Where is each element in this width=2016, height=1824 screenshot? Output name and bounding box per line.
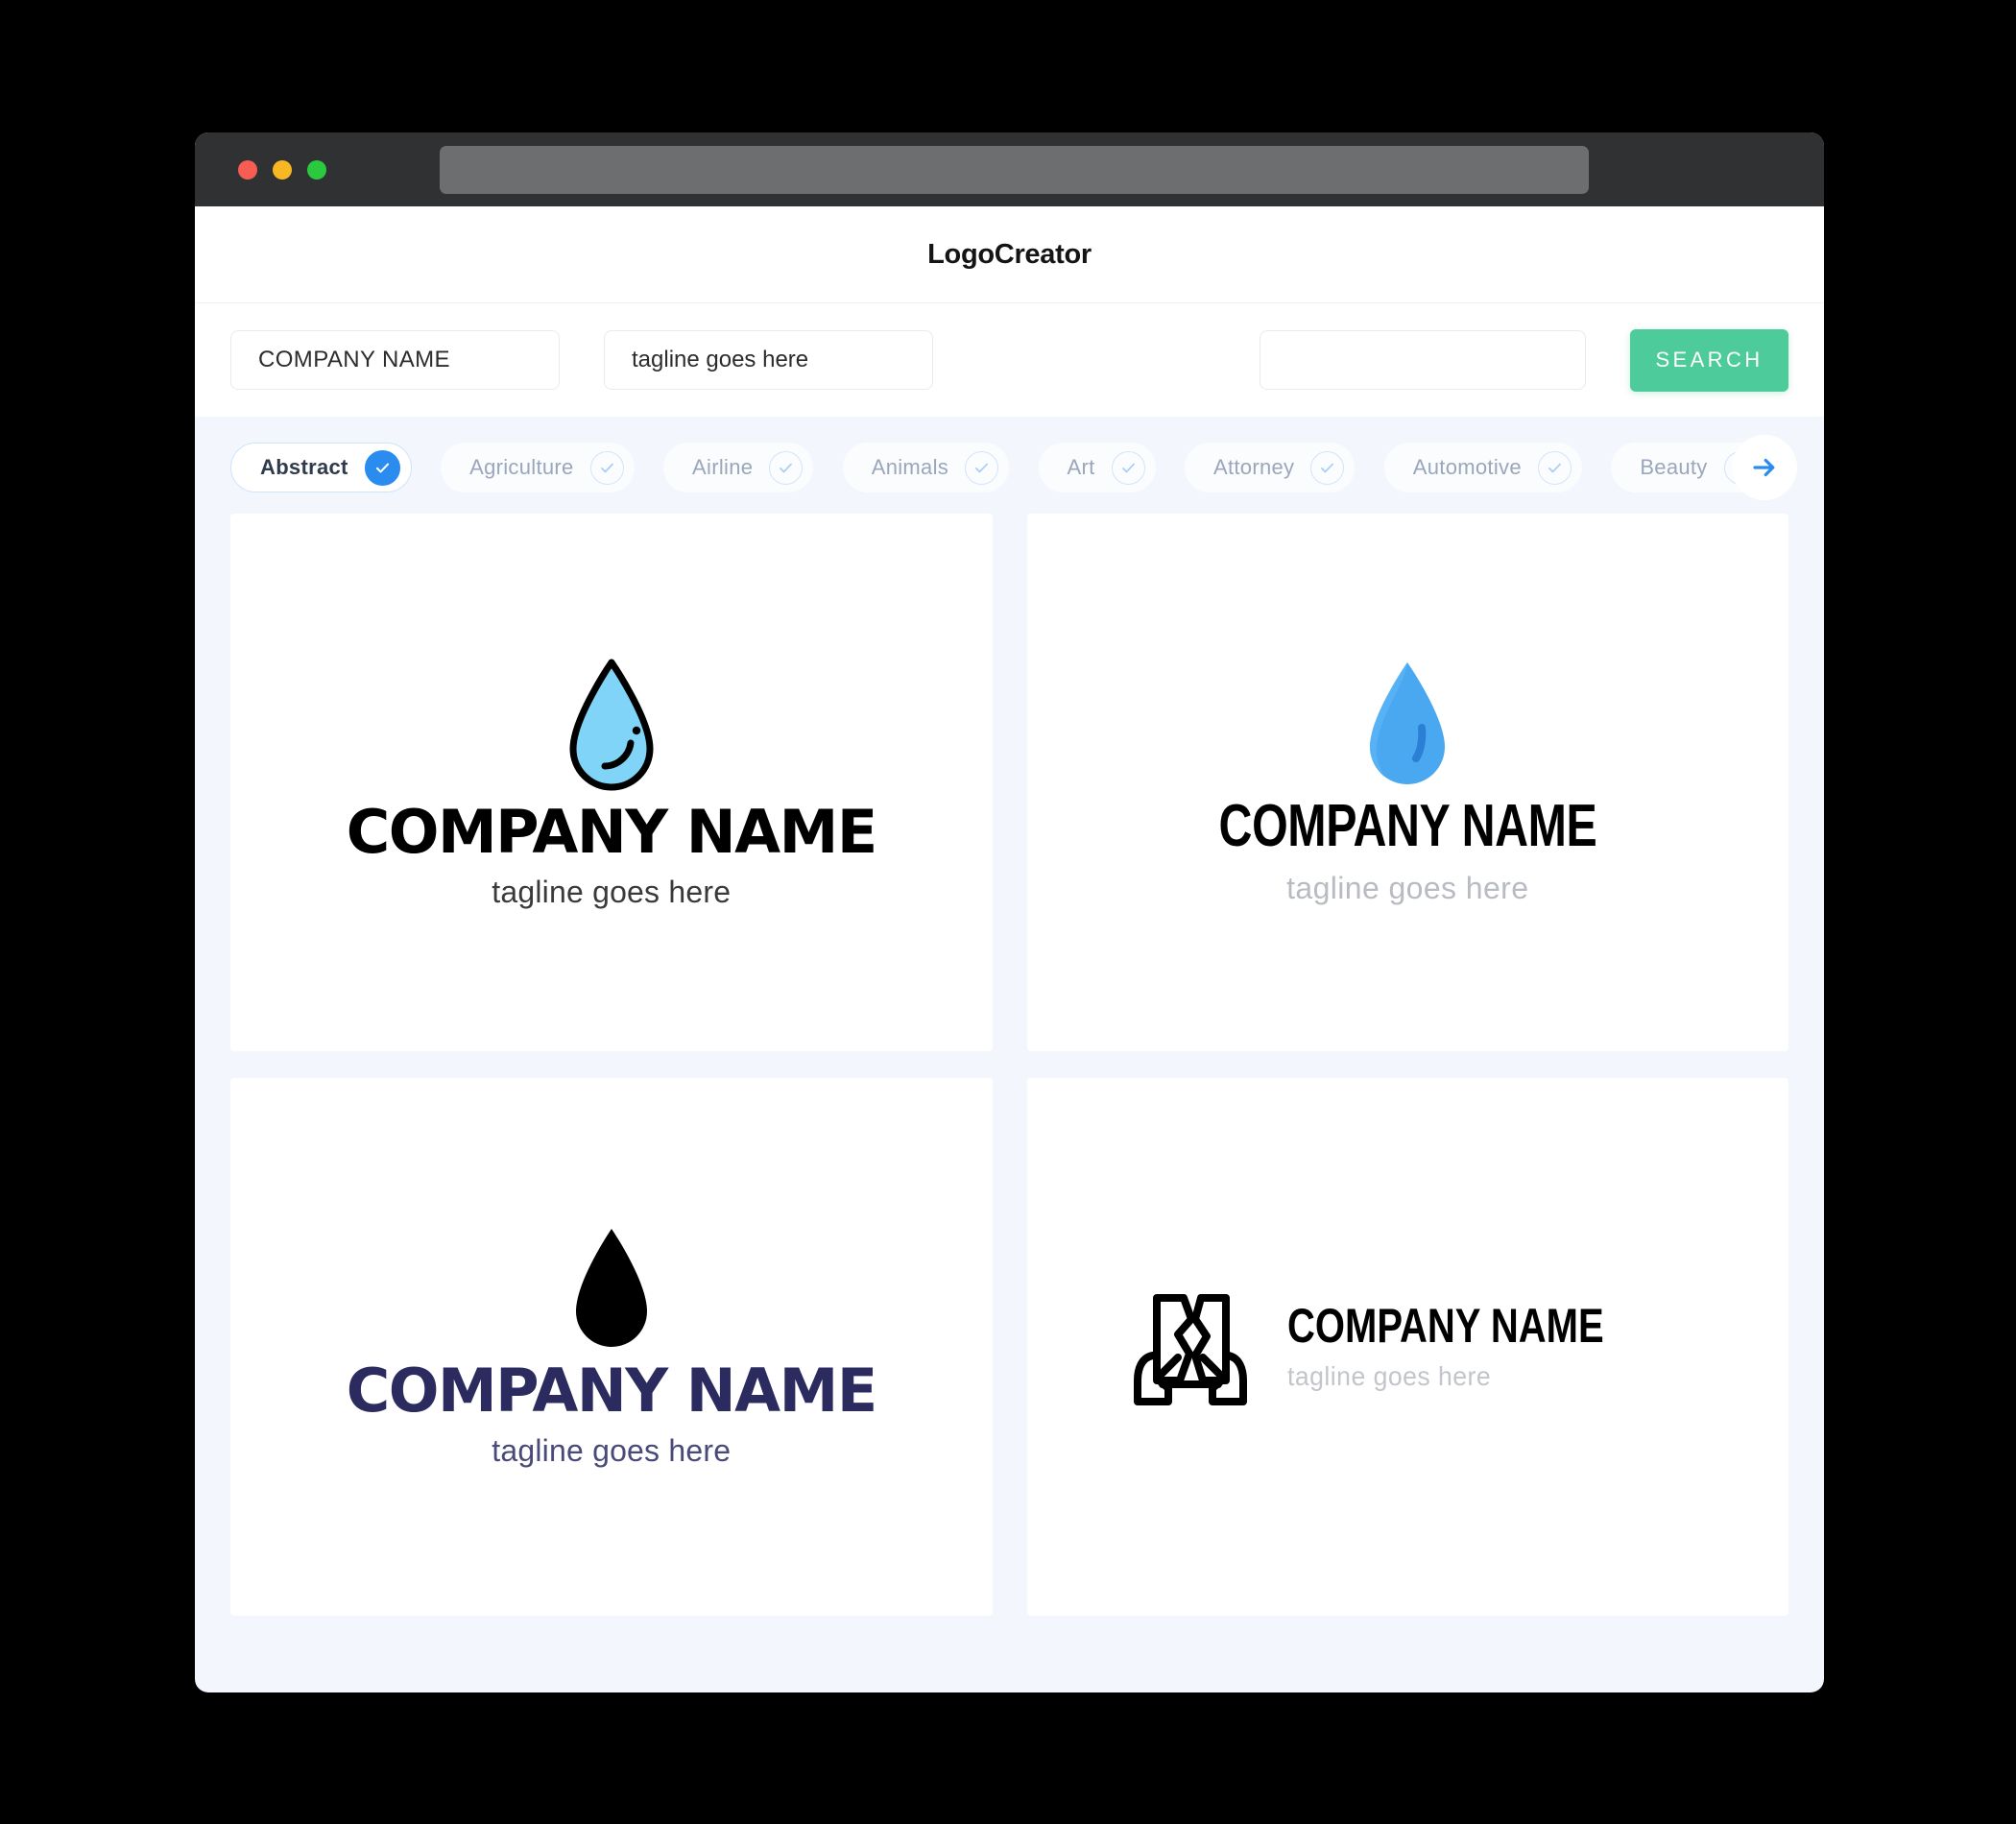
water-drop-outline-icon bbox=[569, 659, 654, 791]
logo-card[interactable]: COMPANY NAME tagline goes here bbox=[1026, 514, 1788, 1051]
logo-tagline: tagline goes here bbox=[1286, 871, 1529, 906]
category-filter-bar: Abstract Agriculture Airline Animals Art bbox=[195, 417, 1824, 514]
category-chip-label: Abstract bbox=[260, 455, 348, 479]
water-drop-black-icon bbox=[575, 1228, 647, 1347]
logo-company-name: COMPANY NAME bbox=[1287, 1299, 1604, 1353]
logo-card[interactable]: COMPANY NAME tagline goes here bbox=[230, 1078, 993, 1616]
category-chip-abstract[interactable]: Abstract bbox=[230, 443, 412, 492]
logo-company-name: COMPANY NAME bbox=[346, 796, 877, 867]
category-chip-label: Agriculture bbox=[469, 455, 574, 479]
category-chip-attorney[interactable]: Attorney bbox=[1185, 443, 1356, 492]
category-chip-label: Art bbox=[1067, 455, 1095, 479]
category-chip-art[interactable]: Art bbox=[1038, 443, 1156, 492]
logo-tagline: tagline goes here bbox=[1287, 1361, 1492, 1391]
logo-card[interactable]: COMPANY NAME tagline goes here bbox=[1026, 1078, 1788, 1616]
check-circle-icon bbox=[1310, 450, 1345, 485]
minimize-window-button[interactable] bbox=[273, 159, 292, 180]
arrow-right-icon bbox=[1753, 458, 1775, 477]
logo-tagline: tagline goes here bbox=[492, 875, 732, 910]
check-circle-icon bbox=[769, 450, 804, 485]
traffic-light-group bbox=[238, 159, 326, 180]
water-drop-solid-icon bbox=[1370, 661, 1446, 784]
check-circle-icon bbox=[589, 450, 624, 485]
category-chip-label: Animals bbox=[871, 455, 949, 479]
page-title: LogoCreator bbox=[927, 238, 1092, 270]
logo-company-name: COMPANY NAME bbox=[1218, 792, 1597, 859]
maximize-window-button[interactable] bbox=[307, 159, 326, 180]
category-chip-label: Attorney bbox=[1213, 455, 1295, 479]
search-button[interactable]: SEARCH bbox=[1630, 328, 1788, 392]
hands-holding-cracked-pillar-icon bbox=[1134, 1294, 1248, 1405]
check-circle-icon bbox=[1111, 450, 1145, 485]
category-chip-agriculture[interactable]: Agriculture bbox=[441, 443, 635, 492]
company-name-input[interactable] bbox=[230, 330, 560, 390]
logo-company-name: COMPANY NAME bbox=[346, 1355, 877, 1426]
check-circle-icon bbox=[1537, 450, 1572, 485]
category-chip-label: Airline bbox=[692, 455, 754, 479]
browser-window: LogoCreator SEARCH Abstract Agriculture … bbox=[195, 132, 1824, 1692]
category-chip-automotive[interactable]: Automotive bbox=[1383, 443, 1582, 492]
category-chip-label: Automotive bbox=[1412, 455, 1522, 479]
check-circle-icon bbox=[965, 450, 999, 485]
logo-results-grid: COMPANY NAME tagline goes here COMPANY N… bbox=[195, 514, 1824, 1616]
url-bar[interactable] bbox=[440, 146, 1589, 194]
keyword-input[interactable] bbox=[1260, 330, 1586, 390]
close-window-button[interactable] bbox=[238, 159, 257, 180]
logo-tagline: tagline goes here bbox=[492, 1433, 732, 1469]
categories-next-button[interactable] bbox=[1732, 435, 1797, 500]
check-circle-icon bbox=[364, 449, 400, 486]
logo-card[interactable]: COMPANY NAME tagline goes here bbox=[230, 514, 993, 1051]
category-chip-airline[interactable]: Airline bbox=[663, 443, 814, 492]
app-header: LogoCreator bbox=[195, 206, 1824, 302]
category-chip-label: Beauty bbox=[1640, 455, 1708, 479]
category-chip-animals[interactable]: Animals bbox=[842, 443, 1010, 492]
search-toolbar: SEARCH bbox=[195, 302, 1824, 417]
browser-titlebar bbox=[195, 132, 1824, 206]
tagline-input[interactable] bbox=[604, 330, 933, 390]
